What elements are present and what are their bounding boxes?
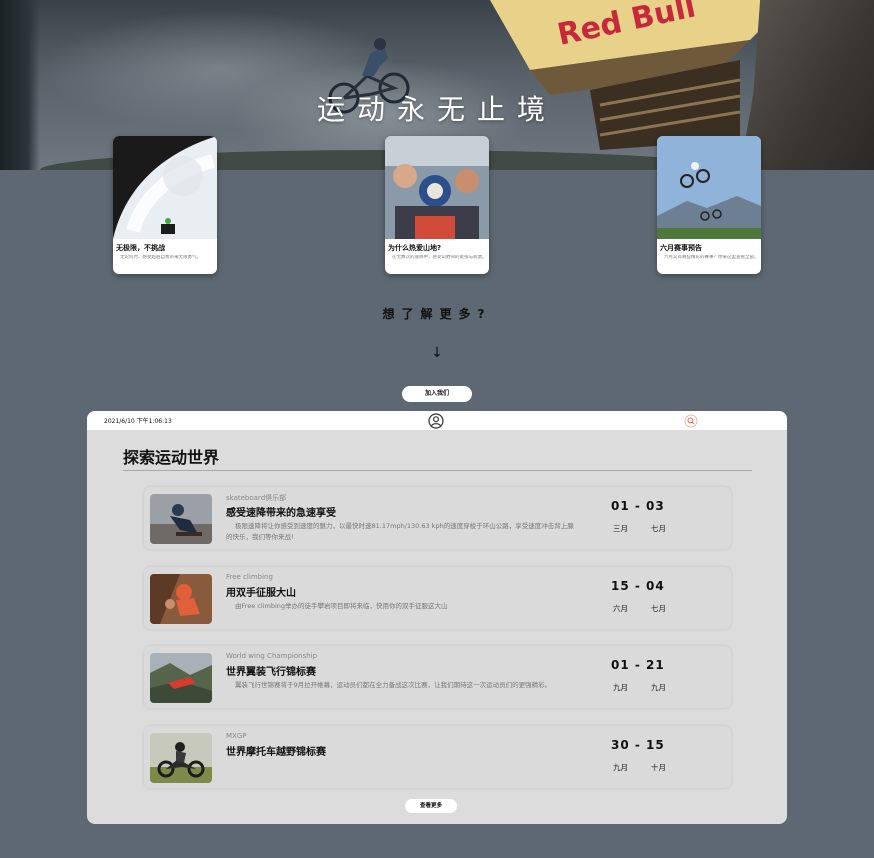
user-icon[interactable] xyxy=(428,413,444,429)
event-description: 由Free climbing举办的徒手攀岩项目即将来临，快用你的双手征服这大山 xyxy=(235,602,448,610)
event-tag: Free climbing xyxy=(226,573,273,581)
bmx-jump-image xyxy=(657,136,761,239)
month-end: 七月 xyxy=(651,524,666,533)
divider xyxy=(123,470,752,471)
card-title: 六月赛事预告 xyxy=(660,244,702,252)
event-months: 九月 十月 xyxy=(613,762,689,773)
panel-topbar: 2021/6/10 下午1:06:13 xyxy=(87,411,787,430)
section-title: 探索运动世界 xyxy=(123,448,220,467)
wingsuit-image xyxy=(150,653,212,703)
search-icon[interactable] xyxy=(684,414,698,428)
event-title: 世界翼装飞行锦标赛 xyxy=(226,667,316,678)
event-title: 世界摩托车越野锦标赛 xyxy=(226,747,326,758)
feature-card-mountain[interactable]: 为什么热爱山地? 在无数次的速降中，感受山野间的紧张与刺激。 xyxy=(385,136,489,274)
events-panel: 2021/6/10 下午1:06:13 探索运动世界 skateboard俱乐部… xyxy=(87,411,787,824)
card-text: 六月又有哪些精彩的赛事？你来这里查看全部。 xyxy=(664,255,758,260)
event-tag: World wing Championship xyxy=(226,652,318,660)
current-datetime: 2021/6/10 下午1:06:13 xyxy=(104,418,172,425)
event-months: 六月 七月 xyxy=(613,603,689,614)
trees-decoration xyxy=(0,0,40,170)
event-tag: MXGP xyxy=(226,732,247,740)
motocross-image xyxy=(150,733,212,783)
event-card[interactable]: skateboard俱乐部 感受速降带来的急速享受 极限速降将让你感受到速度的魅… xyxy=(144,487,731,549)
event-description: 翼装飞行世锦赛将于9月拉开帷幕，运动员们都在全力备战这次比赛，让我们期待这一次运… xyxy=(235,681,552,689)
view-more-button[interactable]: 查看更多 xyxy=(405,799,457,813)
event-dates: 01 - 21 xyxy=(611,658,665,672)
feature-card-june-preview[interactable]: 六月赛事预告 六月又有哪些精彩的赛事？你来这里查看全部。 xyxy=(657,136,761,274)
month-start: 九月 xyxy=(613,683,628,692)
card-title: 无极限，不挑战 xyxy=(116,244,165,252)
month-start: 六月 xyxy=(613,604,628,613)
event-card[interactable]: Free climbing 用双手征服大山 由Free climbing举办的徒… xyxy=(144,567,731,629)
event-card[interactable]: MXGP 世界摩托车越野锦标赛 30 - 15 九月 十月 xyxy=(144,726,731,788)
event-dates: 01 - 03 xyxy=(611,499,665,513)
crowd-image xyxy=(385,136,489,239)
event-tag: skateboard俱乐部 xyxy=(226,494,287,502)
event-dates: 15 - 04 xyxy=(611,579,665,593)
skateboard-image xyxy=(150,494,212,544)
event-title: 用双手征服大山 xyxy=(226,588,296,599)
card-text: 在无数次的速降中，感受山野间的紧张与刺激。 xyxy=(392,255,486,260)
event-card[interactable]: World wing Championship 世界翼装飞行锦标赛 翼装飞行世锦… xyxy=(144,646,731,708)
down-arrow-icon: ↓ xyxy=(431,345,443,361)
month-end: 十月 xyxy=(651,763,666,772)
card-text: 无论何时，感受超越自我带来无限勇气。 xyxy=(120,255,201,260)
month-start: 九月 xyxy=(613,763,628,772)
event-description: 极限速降将让你感受到速度的魅力，以最快时速81.17mph/130.63 kph… xyxy=(226,522,574,541)
climbing-image xyxy=(150,574,212,624)
snowboard-image xyxy=(113,136,217,239)
event-months: 九月 九月 xyxy=(613,682,689,693)
event-months: 三月 七月 xyxy=(613,523,689,534)
month-end: 九月 xyxy=(651,683,666,692)
learn-more-heading: 想了解更多? xyxy=(382,307,492,321)
event-title: 感受速降带来的急速享受 xyxy=(226,508,336,519)
month-end: 七月 xyxy=(651,604,666,613)
feature-card-challenge[interactable]: 无极限，不挑战 无论何时，感受超越自我带来无限勇气。 xyxy=(113,136,217,274)
hero-title: 运动永无止境 xyxy=(316,93,557,126)
event-dates: 30 - 15 xyxy=(611,738,665,752)
join-button[interactable]: 加入我们 xyxy=(402,386,472,402)
card-title: 为什么热爱山地? xyxy=(388,244,442,252)
month-start: 三月 xyxy=(613,524,628,533)
